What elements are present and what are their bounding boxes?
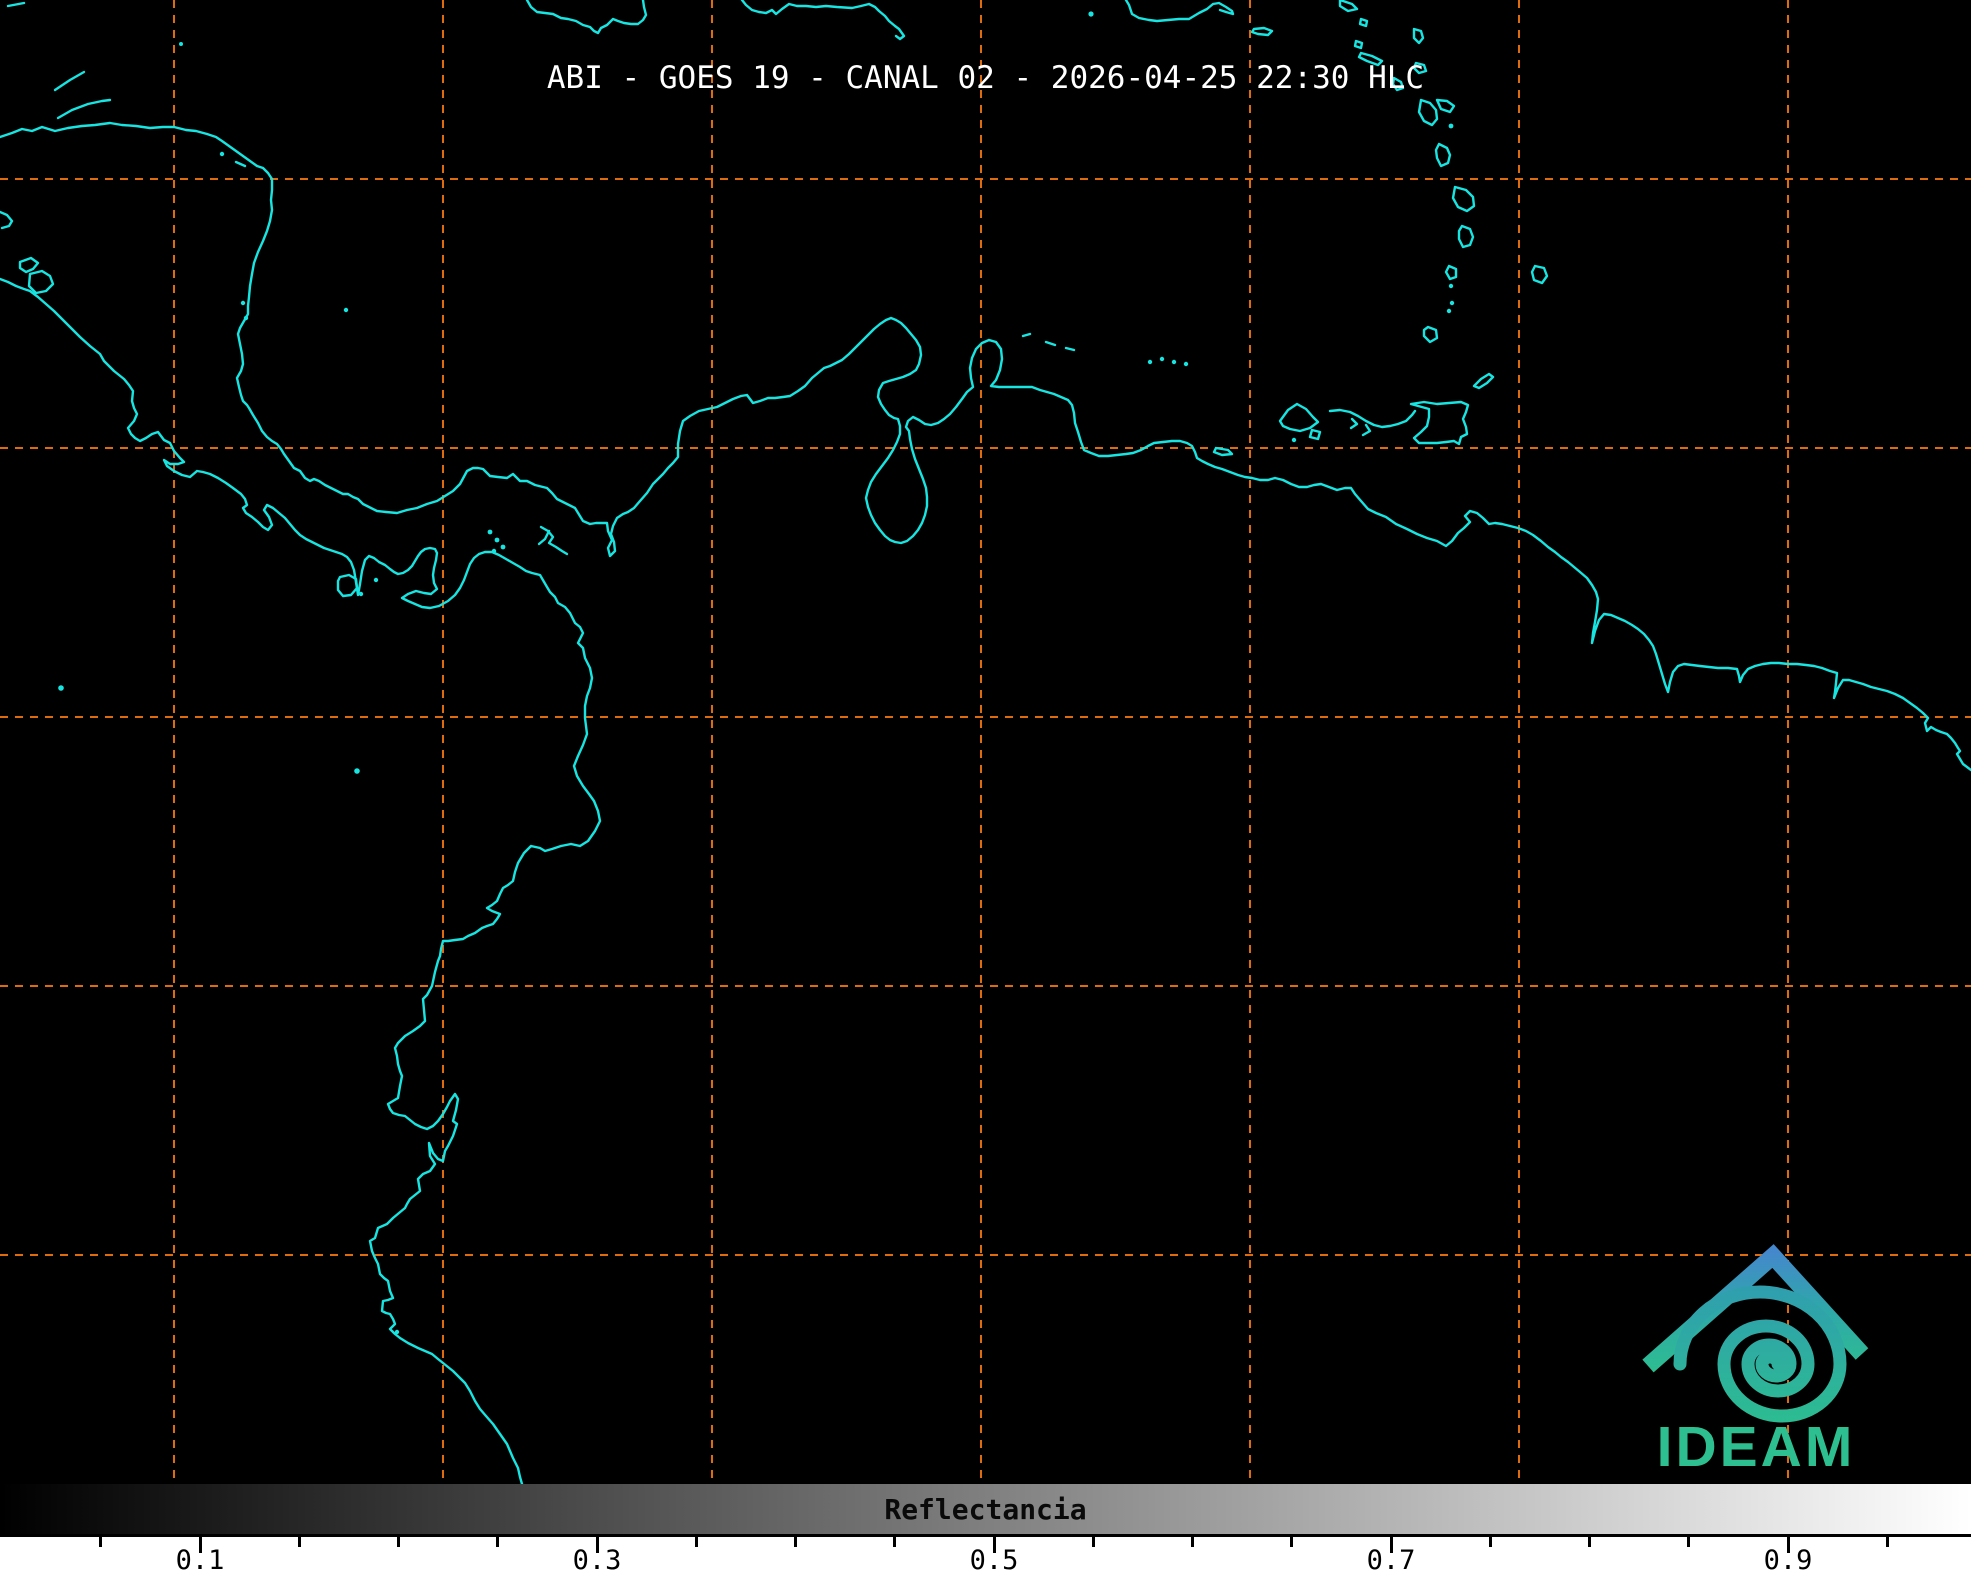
graticule-grid [0,0,1971,1484]
coastline-hispaniola [742,0,904,39]
colorbar-tick-label: 0.9 [1764,1545,1813,1576]
reflectance-colorbar: Reflectancia [0,1484,1971,1537]
colorbar-minor-tick [1687,1537,1690,1547]
satellite-map-canvas: IDEAM [0,0,1971,1577]
paria-hook [1363,425,1370,435]
colorbar-tick-label: 0.5 [970,1545,1019,1576]
venezuela-offshore-islands [1023,334,1320,455]
lesser-antilles-islands [1340,0,1547,342]
logo-wordmark: IDEAM [1657,1415,1856,1479]
island-dot [1088,11,1093,16]
coastline-layer [0,0,1971,1484]
coastline-puerto-rico [1126,0,1233,21]
colorbar-minor-tick [794,1537,797,1547]
ideam-logo: IDEAM [1648,1256,1862,1479]
atrato-rivers [539,531,549,544]
colorbar-minor-tick [1489,1537,1492,1547]
image-title: ABI - GOES 19 - CANAL 02 - 2026-04-25 22… [0,60,1971,96]
colorbar-minor-tick [695,1537,698,1547]
logo-spiral-icon [1680,1292,1840,1416]
colorbar-minor-tick [1191,1537,1194,1547]
lake-nicaragua [29,271,53,293]
colorbar-minor-tick [893,1537,896,1547]
colorbar-minor-tick [298,1537,301,1547]
colorbar-label: Reflectancia [884,1493,1086,1526]
satellite-image-viewport: IDEAM ABI - GOES 19 - CANAL 02 - 2026-04… [0,0,1971,1577]
colorbar-minor-tick [496,1537,499,1547]
coastline-paria-peninsula [1330,410,1415,427]
coastline-caribbean-mainland [0,123,1971,770]
colorbar-minor-tick [1290,1537,1293,1547]
colorbar-minor-tick [99,1537,102,1547]
colorbar-minor-tick [1092,1537,1095,1547]
coastline-st-croix [1252,28,1272,35]
coastline-trinidad [1411,402,1468,444]
paria-hook [1351,419,1357,428]
coastline-tobago [1474,374,1493,388]
colorbar-minor-tick [1588,1537,1591,1547]
lake-managua [20,258,38,272]
colorbar-axis: 0.1 0.3 0.5 0.7 0.9 [0,1537,1971,1577]
pacific-islands [58,530,505,1335]
colorbar-minor-tick [397,1537,400,1547]
colorbar-minor-tick [1886,1537,1889,1547]
coastline-pacific-mainland [0,279,600,1484]
colorbar-tick-label: 0.3 [573,1545,622,1576]
coastline-jamaica [527,0,646,33]
colorbar-tick-label: 0.7 [1367,1545,1416,1576]
colorbar-tick-label: 0.1 [176,1545,225,1576]
